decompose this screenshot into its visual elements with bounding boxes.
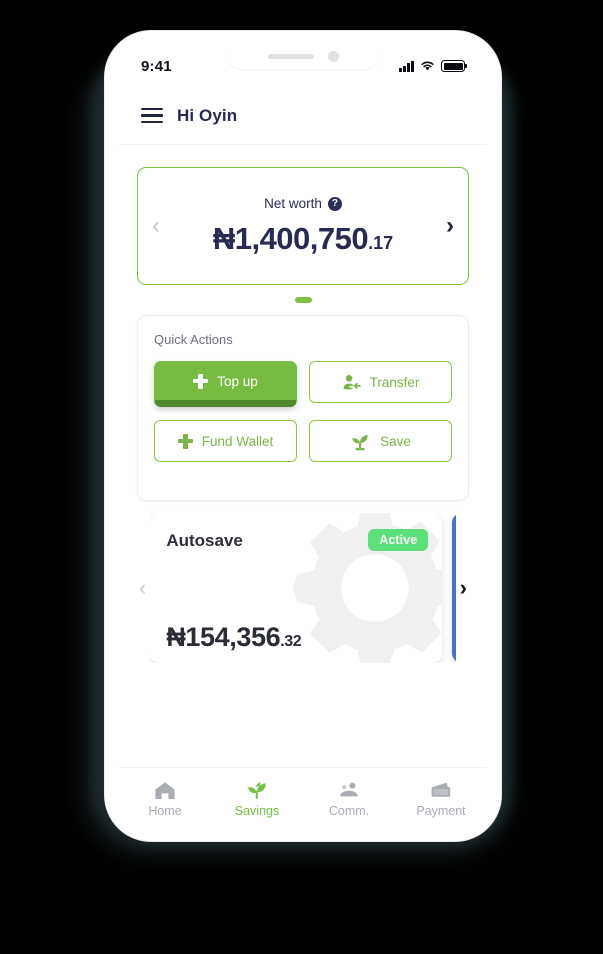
autosave-card[interactable]: Autosave Active ₦154,356.32	[150, 513, 443, 663]
net-worth-label: Net worth	[264, 196, 322, 211]
status-badge: Active	[368, 529, 429, 551]
home-icon	[155, 781, 175, 799]
speaker-grille	[267, 53, 314, 59]
wifi-icon	[421, 61, 434, 71]
autosave-amount: ₦154,356.32	[166, 622, 301, 653]
status-bar-time: 9:41	[141, 57, 172, 75]
status-bar-icons	[399, 60, 468, 72]
nav-item-payment[interactable]: Payment	[395, 780, 487, 818]
screenshot-stage: 9:41 Hi Oyin ‹ Net worth ? ₦1,400,750.17…	[0, 0, 603, 954]
net-worth-amount: ₦1,400,750.17	[160, 221, 446, 257]
savings-carousel-window: Autosave Active ₦154,356.32	[150, 513, 456, 663]
save-label: Save	[380, 433, 411, 449]
savings-carousel: ‹ Autosave Active ₦154,356.32 ›	[137, 513, 469, 663]
phone-notch	[224, 43, 382, 69]
nav-label-home: Home	[148, 803, 182, 818]
hamburger-menu-icon[interactable]	[141, 107, 163, 124]
nav-item-savings[interactable]: Savings	[211, 780, 303, 818]
app-header: Hi Oyin	[119, 87, 487, 145]
autosave-amount-cents: .32	[280, 633, 302, 650]
savings-carousel-track: Autosave Active ₦154,356.32	[150, 513, 456, 663]
net-worth-amount-cents: .17	[368, 233, 394, 253]
people-icon	[340, 782, 358, 796]
phone-screen: 9:41 Hi Oyin ‹ Net worth ? ₦1,400,750.17…	[119, 43, 487, 829]
net-worth-label-row: Net worth ?	[264, 196, 342, 211]
transfer-button[interactable]: Transfer	[309, 361, 452, 403]
question-mark-icon[interactable]: ?	[327, 196, 342, 211]
next-savings-card[interactable]	[452, 513, 456, 663]
quick-actions-title: Quick Actions	[154, 332, 233, 347]
transfer-label: Transfer	[369, 374, 420, 390]
battery-icon	[441, 60, 468, 72]
phone-frame: 9:41 Hi Oyin ‹ Net worth ? ₦1,400,750.17…	[105, 31, 501, 841]
main-content: ‹ Net worth ? ₦1,400,750.17 › Quick Acti…	[119, 167, 487, 829]
fund-wallet-label: Fund Wallet	[201, 433, 274, 449]
net-worth-next-button[interactable]: ›	[446, 214, 454, 238]
status-bar: 9:41	[119, 43, 487, 87]
net-worth-card: ‹ Net worth ? ₦1,400,750.17 ›	[137, 167, 469, 285]
net-worth-prev-button[interactable]: ‹	[152, 214, 160, 238]
plus-icon	[193, 373, 209, 389]
seedling-icon	[350, 432, 371, 451]
quick-actions-card: Quick Actions Top up Transfer Fund Walle…	[137, 315, 469, 501]
net-worth-content: Net worth ? ₦1,400,750.17	[160, 195, 446, 257]
signal-bars-icon	[399, 60, 414, 72]
plant-icon	[248, 781, 266, 799]
page-title: Hi Oyin	[177, 105, 238, 125]
nav-label-comm: Comm.	[328, 803, 370, 818]
nav-label-savings: Savings	[234, 803, 280, 818]
net-worth-amount-whole: ₦1,400,750	[212, 221, 369, 256]
nav-item-home[interactable]: Home	[119, 780, 211, 818]
autosave-amount-whole: ₦154,356	[166, 622, 281, 652]
fund-wallet-button[interactable]: Fund Wallet	[154, 420, 297, 462]
bottom-navigation: Home Savings Comm. Payment	[119, 767, 487, 829]
nav-label-payment: Payment	[416, 803, 466, 818]
front-camera-icon	[327, 50, 339, 62]
pagination-dot-active[interactable]	[294, 297, 312, 303]
top-up-button[interactable]: Top up	[154, 361, 297, 407]
nav-item-comm[interactable]: Comm.	[303, 780, 395, 818]
person-transfer-icon	[342, 374, 361, 391]
wallet-icon	[431, 782, 451, 797]
savings-prev-button[interactable]: ‹	[137, 575, 148, 601]
net-worth-pagination	[137, 297, 469, 303]
quick-actions-grid: Top up Transfer Fund Wallet Save	[154, 361, 452, 462]
top-up-label: Top up	[217, 373, 258, 389]
savings-next-button[interactable]: ›	[458, 575, 469, 601]
plus-icon	[177, 433, 193, 449]
save-button[interactable]: Save	[309, 420, 452, 462]
